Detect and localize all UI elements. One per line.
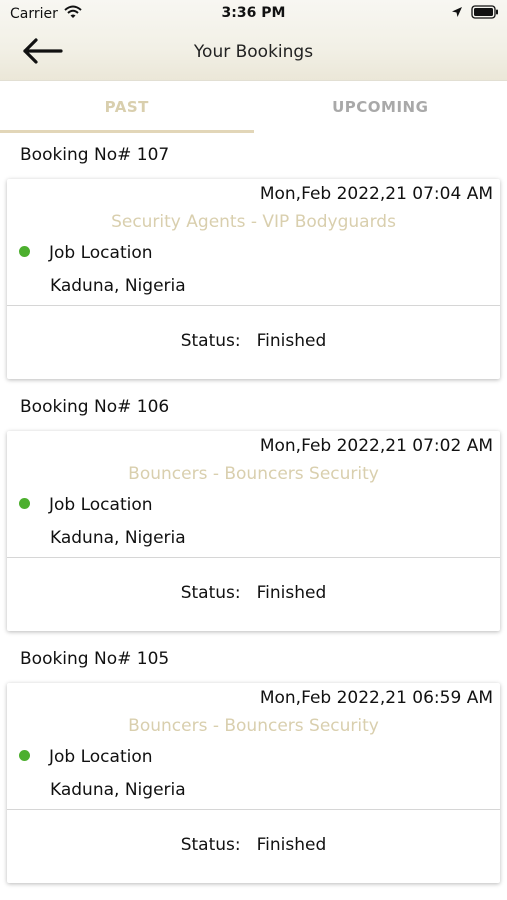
- tab-bar: PAST UPCOMING: [0, 81, 507, 133]
- status-bar: Carrier 3:36 PM: [0, 0, 507, 28]
- booking-group: Booking No# 107 Mon,Feb 2022,21 07:04 AM…: [0, 133, 507, 379]
- card-divider: [7, 809, 500, 810]
- status-value: Finished: [256, 583, 327, 603]
- job-location-label: Job Location: [49, 747, 153, 767]
- location-dot-icon: [19, 245, 30, 257]
- location-arrow-icon: [451, 6, 463, 22]
- status-label: Status:: [180, 835, 241, 855]
- nav-bar: Your Bookings: [0, 30, 507, 78]
- job-location-label: Job Location: [49, 243, 153, 263]
- job-location-value: Kaduna, Nigeria: [50, 276, 186, 296]
- job-location-row: Job Location: [19, 747, 153, 767]
- booking-group: Booking No# 105 Mon,Feb 2022,21 06:59 AM…: [0, 637, 507, 883]
- booking-datetime: Mon,Feb 2022,21 07:02 AM: [259, 436, 493, 456]
- booking-number: Booking No# 105: [20, 649, 170, 669]
- booking-list[interactable]: Booking No# 107 Mon,Feb 2022,21 07:04 AM…: [0, 133, 507, 889]
- booking-service: Bouncers - Bouncers Security: [128, 464, 379, 484]
- card-divider: [7, 557, 500, 558]
- booking-service: Security Agents - VIP Bodyguards: [111, 212, 396, 232]
- booking-number: Booking No# 106: [20, 397, 170, 417]
- battery-icon: [471, 5, 499, 23]
- status-row: Status: Finished: [7, 331, 500, 351]
- status-icons: [451, 5, 499, 23]
- booking-datetime: Mon,Feb 2022,21 06:59 AM: [259, 688, 493, 708]
- status-label: Status:: [180, 583, 241, 603]
- status-value: Finished: [256, 835, 327, 855]
- status-row: Status: Finished: [7, 583, 500, 603]
- tab-past-label: PAST: [104, 98, 149, 116]
- status-value: Finished: [256, 331, 327, 351]
- job-location-value: Kaduna, Nigeria: [50, 780, 186, 800]
- job-location-value: Kaduna, Nigeria: [50, 528, 186, 548]
- booking-number: Booking No# 107: [20, 145, 170, 165]
- clock: 3:36 PM: [221, 5, 286, 21]
- booking-card[interactable]: Mon,Feb 2022,21 07:04 AM Security Agents…: [7, 179, 500, 379]
- location-dot-icon: [19, 749, 30, 761]
- booking-card[interactable]: Mon,Feb 2022,21 06:59 AM Bouncers - Boun…: [7, 683, 500, 883]
- booking-card[interactable]: Mon,Feb 2022,21 07:02 AM Bouncers - Boun…: [7, 431, 500, 631]
- bookings-screen: Carrier 3:36 PM Your Bookings PAST UPCOM…: [0, 0, 507, 900]
- booking-group: Booking No# 106 Mon,Feb 2022,21 07:02 AM…: [0, 385, 507, 631]
- tab-past[interactable]: PAST: [0, 81, 254, 133]
- job-location-label: Job Location: [49, 495, 153, 515]
- page-title: Your Bookings: [193, 42, 314, 62]
- job-location-row: Job Location: [19, 243, 153, 263]
- booking-datetime: Mon,Feb 2022,21 07:04 AM: [259, 184, 493, 204]
- booking-service: Bouncers - Bouncers Security: [128, 716, 379, 736]
- header: Carrier 3:36 PM Your Bookings: [0, 0, 507, 81]
- tab-upcoming[interactable]: UPCOMING: [254, 81, 507, 133]
- job-location-row: Job Location: [19, 495, 153, 515]
- card-divider: [7, 305, 500, 306]
- status-label: Status:: [180, 331, 241, 351]
- status-row: Status: Finished: [7, 835, 500, 855]
- tab-upcoming-label: UPCOMING: [332, 98, 429, 116]
- location-dot-icon: [19, 497, 30, 509]
